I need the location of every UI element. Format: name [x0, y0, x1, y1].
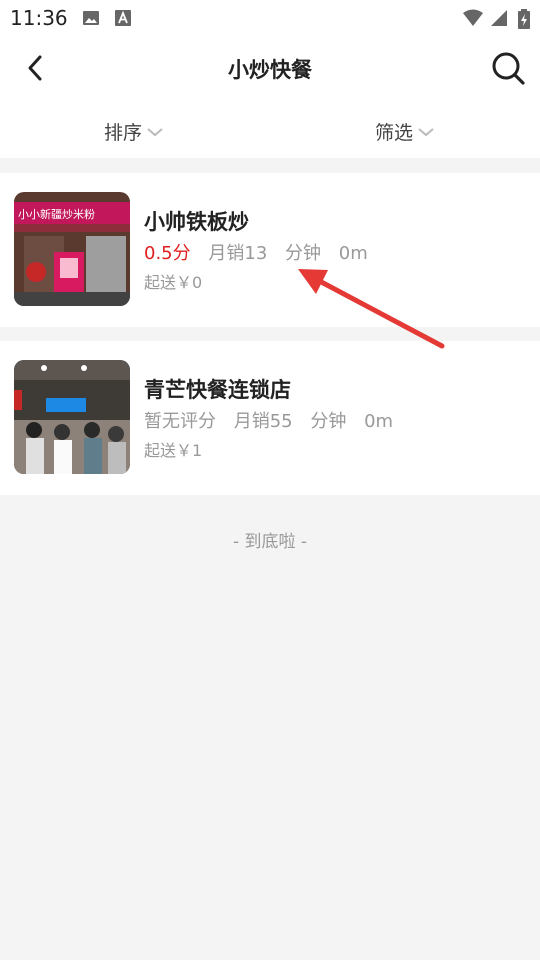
min-order: 起送￥1 — [144, 441, 203, 460]
search-icon — [492, 52, 525, 85]
end-of-list-text: - 到底啦 - — [232, 532, 308, 552]
store-thumbnail — [14, 360, 130, 474]
wifi-icon — [462, 9, 484, 31]
store-thumbnail: 小小新疆炒米粉 — [14, 192, 130, 306]
filter-bar: 排序 筛选 — [0, 102, 540, 158]
thumb-sign: 小小新疆炒米粉 — [18, 207, 95, 221]
store-score: 暂无评分 — [144, 411, 216, 432]
monthly-sales: 月销13 — [208, 243, 268, 264]
gallery-icon — [82, 9, 100, 31]
delivery-time: 分钟 — [310, 411, 347, 432]
font-icon — [114, 9, 132, 31]
store-score: 0.5分 — [144, 243, 191, 264]
store-name: 小帅铁板炒 — [144, 210, 249, 234]
distance: 0m — [364, 411, 394, 432]
filter-label: 筛选 — [375, 122, 414, 144]
store-card[interactable]: 小小新疆炒米粉 小帅铁板炒 0.5分 月销13 分钟 0m 起送￥0 — [0, 173, 540, 327]
store-name: 青芒快餐连锁店 — [144, 378, 291, 402]
status-time: 11:36 — [10, 6, 68, 30]
sort-label: 排序 — [104, 122, 143, 144]
chevron-down-icon — [418, 127, 434, 136]
min-order: 起送￥0 — [144, 273, 203, 292]
filter-dropdown[interactable]: 筛选 — [375, 118, 435, 145]
battery-icon — [518, 9, 530, 33]
store-meta: 暂无评分 月销55 分钟 0m — [144, 407, 405, 433]
search-button[interactable] — [488, 48, 528, 88]
chevron-down-icon — [147, 127, 163, 136]
monthly-sales: 月销55 — [233, 411, 293, 432]
annotation-arrow-icon — [298, 269, 445, 349]
signal-icon — [490, 9, 508, 31]
store-card[interactable]: 青芒快餐连锁店 暂无评分 月销55 分钟 0m 起送￥1 — [0, 341, 540, 495]
sort-dropdown[interactable]: 排序 — [104, 118, 164, 145]
page-title: 小炒快餐 — [228, 58, 312, 82]
status-bar: 11:36 — [0, 0, 540, 36]
nav-bar: 小炒快餐 — [0, 36, 540, 102]
